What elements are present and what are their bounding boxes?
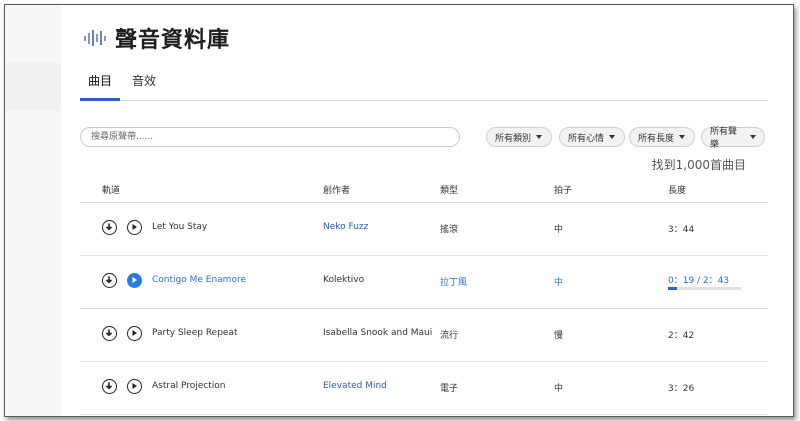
track-tempo: 慢 — [554, 331, 564, 341]
column-header-genre: 類型 — [440, 186, 459, 196]
filter-vocals-label: 所有聲樂 — [710, 127, 738, 150]
track-title[interactable]: Party Sleep Repeat — [152, 328, 238, 338]
track-artist[interactable]: Elevated Mind — [323, 381, 387, 391]
tab-sound-effects-label: 音效 — [132, 74, 157, 88]
table-row[interactable]: Party Sleep Repeat Isabella Snook and Ma… — [80, 309, 768, 362]
download-icon[interactable] — [102, 273, 117, 288]
download-icon[interactable] — [102, 220, 117, 235]
main-content: 聲音資料庫 曲目 音效 所有類別 所有心情 所有長度 所有聲樂 找到1, — [80, 5, 793, 416]
column-header-track: 軌道 — [102, 186, 121, 196]
track-genre: 流行 — [440, 331, 459, 341]
chevron-down-icon — [536, 135, 543, 139]
playback-progress-fill — [668, 287, 677, 290]
track-title[interactable]: Let You Stay — [152, 222, 207, 232]
filter-vocals-dropdown[interactable]: 所有聲樂 — [701, 127, 765, 150]
track-title[interactable]: Contigo Me Enamore — [152, 275, 246, 285]
chevron-down-icon — [679, 135, 686, 139]
track-genre: 搖滾 — [440, 225, 459, 235]
play-icon[interactable] — [127, 273, 142, 288]
play-icon[interactable] — [127, 220, 142, 235]
filter-category-dropdown[interactable]: 所有類別 — [486, 127, 552, 147]
result-count: 找到1,000首曲目 — [651, 158, 746, 172]
track-length: 3：44 — [668, 225, 695, 235]
filter-length-dropdown[interactable]: 所有長度 — [629, 127, 695, 147]
page-header: 聲音資料庫 — [83, 22, 230, 54]
track-artist[interactable]: Isabella Snook and Maui — [323, 328, 432, 338]
playback-progress-bar[interactable] — [668, 287, 741, 290]
page-title: 聲音資料庫 — [115, 28, 231, 53]
sound-wave-icon — [84, 30, 106, 46]
chevron-down-icon — [609, 135, 616, 139]
tab-tracks[interactable]: 曲目 — [80, 67, 120, 101]
tab-tracks-label: 曲目 — [88, 74, 113, 88]
filter-length-label: 所有長度 — [638, 133, 675, 144]
column-header-tempo: 拍子 — [554, 186, 573, 196]
download-icon[interactable] — [102, 379, 117, 394]
track-genre: 拉丁風 — [440, 278, 468, 288]
tab-sound-effects[interactable]: 音效 — [124, 67, 164, 100]
track-tempo: 中 — [554, 278, 564, 288]
play-icon[interactable] — [127, 379, 142, 394]
column-header-length: 長度 — [668, 186, 687, 196]
track-length: 3：26 — [668, 384, 695, 394]
tab-bar: 曲目 音效 — [80, 67, 768, 101]
track-length: 2：42 — [668, 331, 695, 341]
track-tempo: 中 — [554, 384, 564, 394]
chevron-down-icon — [750, 135, 756, 139]
table-row[interactable]: Let You Stay Neko Fuzz 搖滾 中 3：44 — [80, 203, 768, 256]
track-tempo: 中 — [554, 225, 564, 235]
track-title[interactable]: Astral Projection — [152, 381, 225, 391]
download-icon[interactable] — [102, 326, 117, 341]
left-sidebar — [5, 5, 61, 416]
table-row-playing[interactable]: Contigo Me Enamore Kolektivo 拉丁風 中 0：19 … — [80, 256, 768, 309]
filter-mood-label: 所有心情 — [568, 133, 605, 144]
app-window: 聲音資料庫 曲目 音效 所有類別 所有心情 所有長度 所有聲樂 找到1, — [4, 4, 794, 417]
filter-category-label: 所有類別 — [495, 133, 532, 144]
track-playback-time: 0：19 / 2：43 — [668, 276, 730, 286]
column-header-artist: 創作者 — [323, 186, 351, 196]
track-artist[interactable]: Neko Fuzz — [323, 222, 368, 232]
table-row[interactable]: Astral Projection Elevated Mind 電子 中 3：2… — [80, 362, 768, 415]
search-input[interactable] — [80, 127, 460, 147]
sidebar-highlight — [5, 63, 61, 111]
filter-mood-dropdown[interactable]: 所有心情 — [559, 127, 625, 147]
play-icon[interactable] — [127, 326, 142, 341]
track-genre: 電子 — [440, 384, 459, 394]
track-artist[interactable]: Kolektivo — [323, 275, 364, 285]
